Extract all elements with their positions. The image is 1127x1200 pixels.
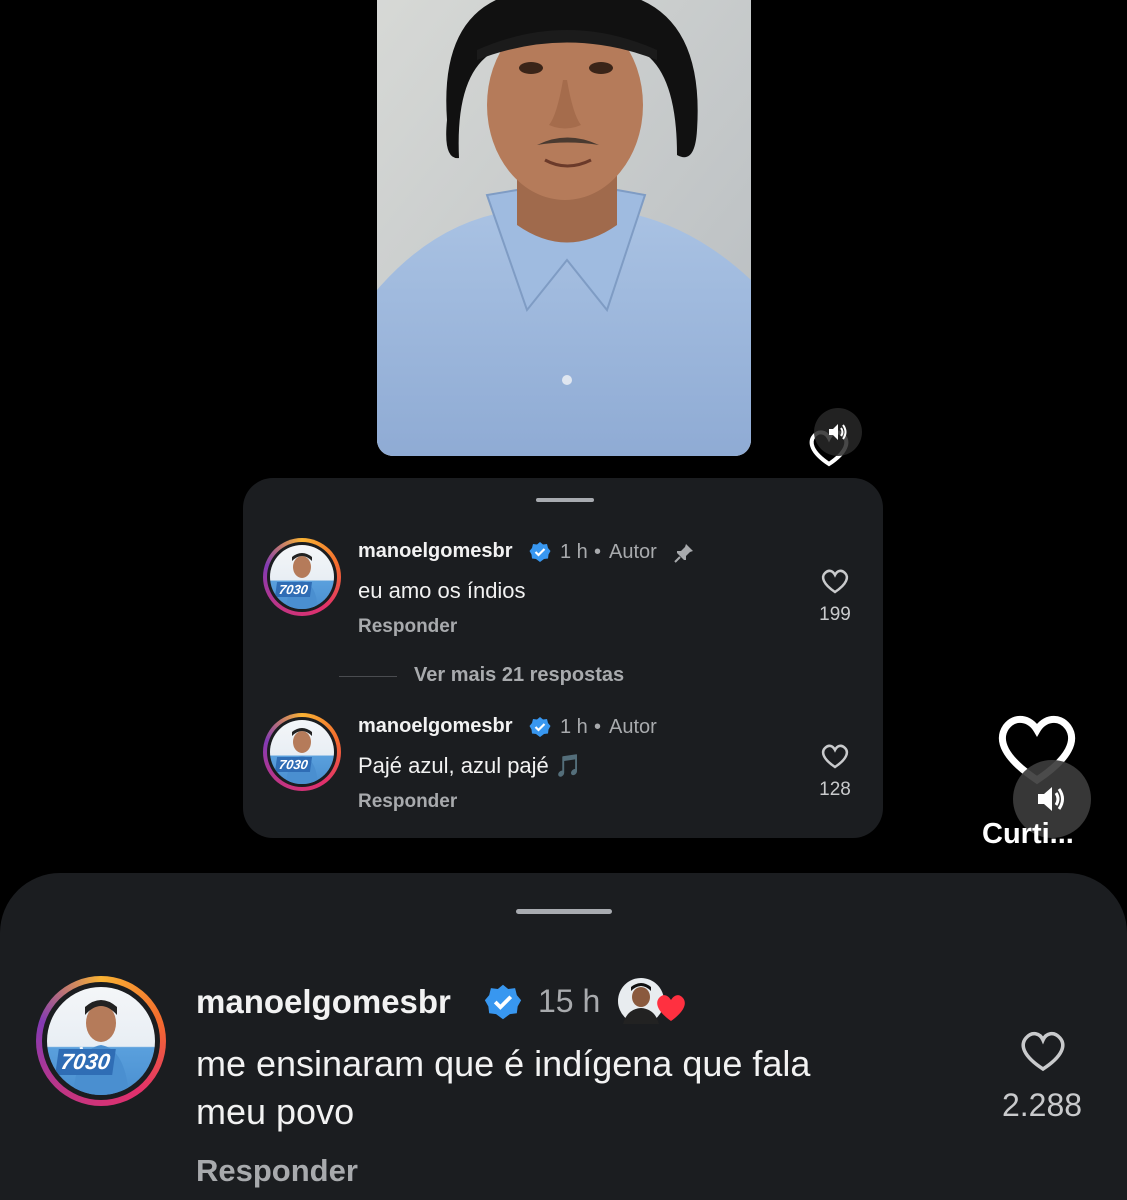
screen: 7030 manoelgomesbr 1 h • Autor eu amo os… [0,0,1127,1200]
avatar-badge: 7030 [274,757,312,772]
author-label: Autor [609,541,657,563]
video-thumbnail[interactable] [377,0,751,456]
heart-outline-icon[interactable] [1018,1030,1068,1077]
avatar-badge: 7030 [55,1049,116,1075]
separator-dot: • [594,541,602,563]
drag-handle[interactable] [536,498,594,502]
like-count: 128 [819,779,851,800]
username[interactable]: manoelgomesbr [358,540,512,563]
username[interactable]: manoelgomesbr [358,715,512,738]
verified-badge-icon [529,541,551,568]
avatar[interactable]: 7030 [263,538,341,616]
verified-badge-icon [484,983,522,1026]
heart-outline-icon[interactable] [820,743,850,774]
timestamp: 1 h [560,541,588,563]
view-more-replies-button[interactable]: Ver mais 21 respostas [414,664,624,687]
verified-badge-icon [529,716,551,743]
username[interactable]: manoelgomesbr [196,983,451,1021]
timestamp: 1 h [560,716,588,738]
reply-button[interactable]: Responder [196,1153,358,1189]
timestamp: 15 h [538,983,601,1019]
avatar[interactable]: 7030 [263,713,341,791]
avatar[interactable]: 7030 [36,976,166,1106]
comment-text: eu amo os índios [358,578,526,603]
like-count: 2.288 [1001,1087,1083,1123]
drag-handle[interactable] [516,909,612,914]
comments-sheet: 7030 manoelgomesbr 15 h me ensinaram que… [0,873,1127,1200]
avatar-badge: 7030 [274,582,312,597]
creator-liked-icon [615,977,687,1034]
comment-text-line2: meu povo [196,1091,355,1132]
reply-button[interactable]: Responder [358,791,457,813]
inner-comments-sheet: 7030 manoelgomesbr 1 h • Autor eu amo os… [243,478,883,838]
author-label: Autor [609,716,657,738]
comment-text-line1: me ensinaram que é indígena que fala [196,1043,811,1084]
comment-text: Pajé azul, azul pajé 🎵 [358,753,583,778]
divider [339,676,397,677]
pin-icon [673,542,695,569]
heart-outline-icon[interactable] [820,568,850,599]
volume-icon[interactable] [814,408,862,456]
separator-dot: • [594,716,602,738]
like-label[interactable]: Curti... [982,818,1074,851]
like-count: 199 [819,604,851,625]
reply-button[interactable]: Responder [358,616,457,638]
